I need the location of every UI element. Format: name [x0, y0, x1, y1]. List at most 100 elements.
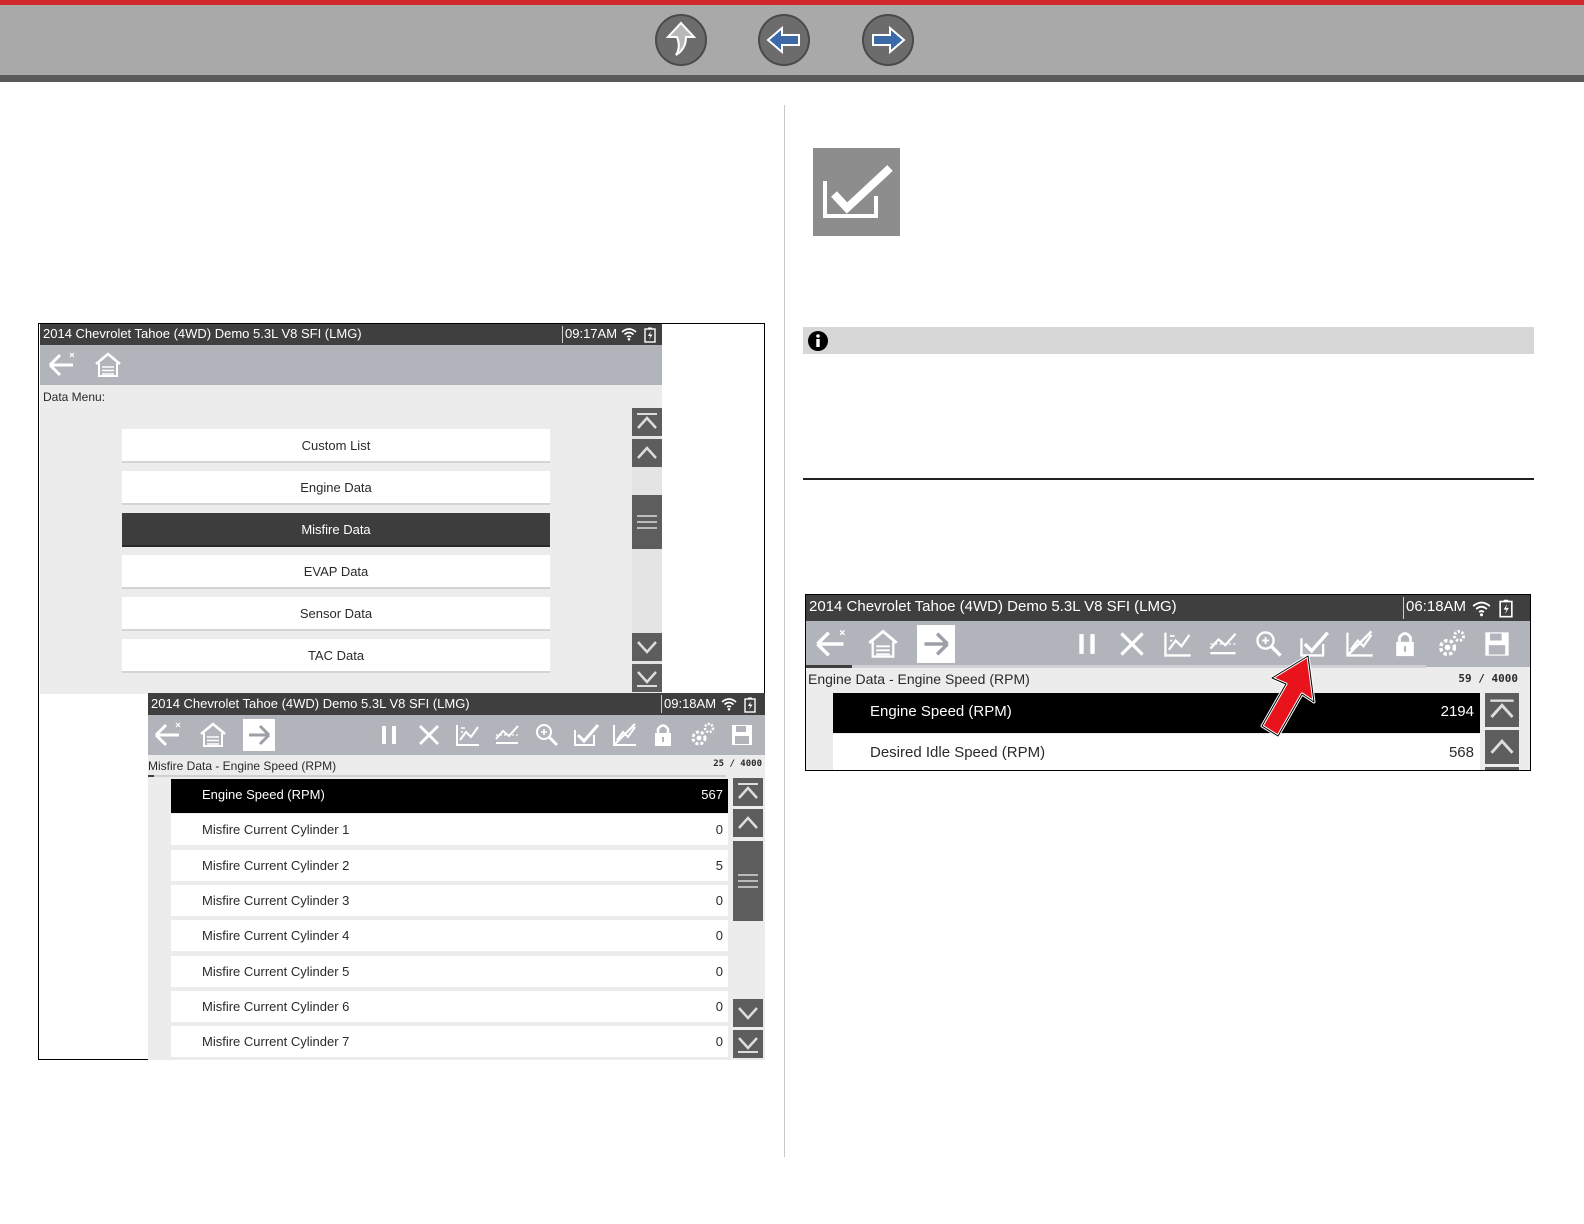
top-nav-bar — [0, 0, 1584, 82]
left-figure-frame: 2014 Chevrolet Tahoe (4WD) Demo 5.3L V8 … — [38, 323, 765, 1061]
nav-bar-bottom-border — [0, 75, 1584, 82]
right-arrow-icon[interactable] — [862, 14, 914, 66]
list-subtitle: Engine Data - Engine Speed (RPM) — [808, 671, 1030, 687]
up-arrow-icon[interactable] — [655, 14, 707, 66]
battery-icon — [1498, 598, 1514, 618]
brand-stripe — [0, 0, 1584, 5]
graph-icon[interactable] — [453, 720, 483, 750]
table-row[interactable]: Misfire Current Cylinder 3 0 — [171, 884, 728, 919]
table-row[interactable]: Misfire Current Cylinder 4 0 — [171, 920, 728, 955]
graph-fill-icon[interactable] — [492, 720, 522, 750]
table-row[interactable]: Misfire Current Cylinder 5 0 — [171, 955, 728, 990]
row-name: Misfire Current Cylinder 7 — [202, 1034, 350, 1050]
title-separator — [661, 695, 662, 713]
record-counter: 59 / 4000 — [1458, 672, 1518, 685]
row-name: Desired Idle Speed (RPM) — [870, 744, 1046, 761]
vehicle-title: 2014 Chevrolet Tahoe (4WD) Demo 5.3L V8 … — [151, 696, 470, 711]
select-check-icon[interactable] — [571, 720, 601, 750]
battery-icon — [743, 696, 757, 713]
menu-item-sensor-data[interactable]: Sensor Data — [122, 597, 550, 631]
scroll-bottom-icon[interactable] — [632, 664, 662, 692]
scroll-up-icon[interactable] — [1485, 730, 1519, 764]
clock: 09:18AM — [664, 696, 717, 711]
title-bar: 2014 Chevrolet Tahoe (4WD) Demo 5.3L V8 … — [40, 324, 662, 345]
column-divider — [784, 105, 785, 1157]
row-name: Engine Speed (RPM) — [870, 703, 1012, 720]
zoom-icon[interactable] — [532, 720, 562, 750]
back-icon[interactable] — [46, 349, 78, 381]
scroll-down-icon[interactable] — [733, 999, 763, 1027]
scroll-top-icon[interactable] — [632, 408, 662, 436]
progress-fill — [148, 775, 154, 777]
no-graph-icon[interactable] — [1343, 627, 1377, 661]
clear-icon[interactable] — [415, 721, 443, 749]
save-icon[interactable] — [727, 720, 757, 750]
home-icon[interactable] — [864, 625, 902, 663]
row-value: 0 — [715, 928, 723, 944]
table-row[interactable]: Engine Speed (RPM) 2194 — [833, 693, 1480, 733]
graph-icon[interactable] — [1161, 627, 1195, 661]
row-name: Misfire Current Cylinder 3 — [202, 892, 350, 908]
toolbar — [806, 621, 1530, 667]
pointer-arrow-icon — [1252, 652, 1322, 744]
row-name: Misfire Current Cylinder 5 — [202, 963, 350, 979]
record-counter: 25 / 4000 — [713, 759, 762, 769]
row-value: 0 — [715, 998, 723, 1014]
battery-icon — [643, 326, 657, 343]
scroll-up-icon[interactable] — [632, 439, 662, 467]
scroll-up-icon[interactable] — [733, 809, 763, 837]
menu-item-misfire-data[interactable]: Misfire Data — [122, 513, 550, 547]
row-value: 0 — [715, 1034, 723, 1050]
settings-icon[interactable] — [687, 720, 717, 750]
vehicle-title: 2014 Chevrolet Tahoe (4WD) Demo 5.3L V8 … — [809, 598, 1177, 615]
scroll-thumb[interactable] — [733, 841, 763, 921]
engine-data-screen: 2014 Chevrolet Tahoe (4WD) Demo 5.3L V8 … — [805, 594, 1531, 771]
section-rule — [803, 478, 1534, 480]
row-value: 0 — [715, 892, 723, 908]
lock-icon[interactable] — [1390, 627, 1420, 661]
left-arrow-icon[interactable] — [758, 14, 810, 66]
table-row[interactable]: Misfire Current Cylinder 2 5 — [171, 849, 728, 884]
title-bar: 2014 Chevrolet Tahoe (4WD) Demo 5.3L V8 … — [806, 595, 1530, 621]
home-icon[interactable] — [92, 349, 124, 381]
wifi-icon — [1470, 597, 1492, 619]
graph-fill-icon[interactable] — [1206, 627, 1240, 661]
table-row[interactable]: Misfire Current Cylinder 6 0 — [171, 990, 728, 1025]
next-icon[interactable] — [917, 625, 955, 663]
row-value: 2194 — [1440, 703, 1474, 720]
list-subtitle: Misfire Data - Engine Speed (RPM) — [148, 759, 337, 773]
home-icon[interactable] — [197, 719, 229, 751]
scroll-top-icon[interactable] — [1485, 693, 1519, 727]
next-icon[interactable] — [243, 719, 275, 751]
row-name: Misfire Current Cylinder 2 — [202, 857, 350, 873]
scroll-top-icon[interactable] — [733, 778, 763, 806]
scroll-thumb[interactable] — [1485, 767, 1519, 770]
pause-icon[interactable] — [376, 721, 402, 749]
no-graph-icon[interactable] — [610, 720, 640, 750]
scroll-thumb[interactable] — [632, 495, 662, 549]
back-icon[interactable] — [152, 719, 184, 751]
toolbar — [40, 345, 662, 385]
menu-item-tac-data[interactable]: TAC Data — [122, 639, 550, 673]
menu-item-engine-data[interactable]: Engine Data — [122, 471, 550, 505]
menu-item-custom-list[interactable]: Custom List — [122, 429, 550, 463]
toolbar — [148, 715, 765, 755]
menu-item-evap-data[interactable]: EVAP Data — [122, 555, 550, 589]
clear-icon[interactable] — [1117, 629, 1147, 659]
pause-icon[interactable] — [1072, 629, 1102, 659]
scroll-down-icon[interactable] — [632, 633, 662, 661]
lock-icon[interactable] — [650, 720, 676, 750]
row-value: 0 — [715, 822, 723, 838]
clock: 06:18AM — [1406, 598, 1467, 615]
title-separator — [1403, 597, 1404, 619]
scroll-bottom-icon[interactable] — [733, 1030, 763, 1058]
row-name: Engine Speed (RPM) — [202, 787, 325, 802]
info-note-bar — [803, 327, 1534, 354]
save-icon[interactable] — [1480, 627, 1514, 661]
table-row[interactable]: Misfire Current Cylinder 7 0 — [171, 1026, 728, 1061]
settings-icon[interactable] — [1434, 627, 1468, 661]
back-icon[interactable] — [812, 625, 850, 663]
table-row[interactable]: Misfire Current Cylinder 1 0 — [171, 814, 728, 849]
table-row[interactable]: Desired Idle Speed (RPM) 568 — [833, 734, 1480, 770]
table-row[interactable]: Engine Speed (RPM) 567 — [171, 779, 728, 813]
